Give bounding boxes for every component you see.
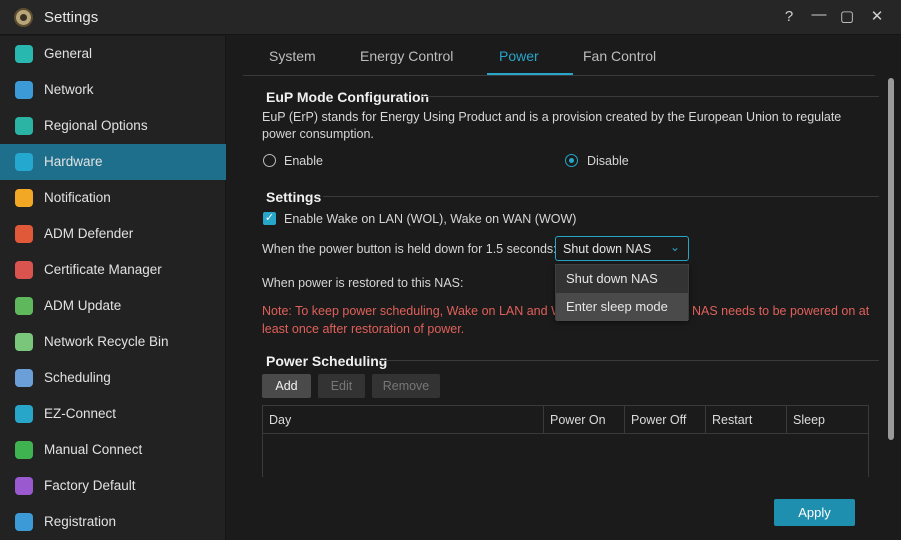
wol-checkbox[interactable]: ✓ <box>263 212 276 225</box>
power-note-line1: Note: To keep power scheduling, Wake on … <box>262 304 583 318</box>
sidebar-item-label: Certificate Manager <box>44 262 162 277</box>
general-icon <box>15 45 33 63</box>
eup-enable-label[interactable]: Enable <box>284 154 323 168</box>
sidebar-item-scheduling[interactable]: Scheduling <box>0 360 226 396</box>
power-note-line1-right: NAS needs to be powered on at <box>692 304 870 318</box>
location-icon <box>15 117 33 135</box>
chevron-down-icon: ⌄ <box>669 240 680 254</box>
sidebar-item-network[interactable]: Network <box>0 72 226 108</box>
schedule-table: Day Power On Power Off Restart Sleep <box>262 405 869 477</box>
close-icon[interactable]: ✕ <box>868 8 886 26</box>
tab-bar: System Energy Control Power Fan Control <box>243 36 875 76</box>
power-button-select[interactable]: Shut down NAS ⌄ <box>555 236 689 261</box>
sidebar-item-label: Scheduling <box>44 370 111 385</box>
dropdown-option-shut-down[interactable]: Shut down NAS <box>556 265 688 293</box>
sidebar-item-regional-options[interactable]: Regional Options <box>0 108 226 144</box>
remove-button[interactable]: Remove <box>372 374 440 398</box>
settings-app-icon <box>14 8 33 27</box>
recycle-bin-icon <box>15 333 33 351</box>
sidebar-item-factory-default[interactable]: Factory Default <box>0 468 226 504</box>
power-restore-label: When power is restored to this NAS: <box>262 276 464 290</box>
column-sleep[interactable]: Sleep <box>787 406 868 434</box>
eup-section-title: EuP Mode Configuration <box>266 89 430 105</box>
calendar-icon <box>15 369 33 387</box>
sidebar-item-notification[interactable]: Notification <box>0 180 226 216</box>
help-icon[interactable]: ? <box>780 8 798 26</box>
sidebar-item-label: Network Recycle Bin <box>44 334 169 349</box>
globe-icon <box>15 81 33 99</box>
column-restart[interactable]: Restart <box>706 406 787 434</box>
sidebar-item-adm-update[interactable]: ADM Update <box>0 288 226 324</box>
sidebar-item-label: ADM Defender <box>44 226 134 241</box>
section-divider <box>323 196 879 197</box>
eup-description: EuP (ErP) stands for Energy Using Produc… <box>262 110 842 141</box>
active-tab-indicator <box>487 73 573 75</box>
tab-power[interactable]: Power <box>499 48 539 64</box>
sidebar-item-label: ADM Update <box>44 298 122 313</box>
window-title: Settings <box>44 9 99 26</box>
apply-button[interactable]: Apply <box>774 499 855 526</box>
sidebar-item-label: Hardware <box>44 154 103 169</box>
section-divider <box>422 96 879 97</box>
scheduling-section-title: Power Scheduling <box>266 353 388 369</box>
sidebar-item-label: EZ-Connect <box>44 406 117 421</box>
sidebar-item-certificate-manager[interactable]: Certificate Manager <box>0 252 226 288</box>
add-button[interactable]: Add <box>262 374 311 398</box>
sidebar: General Network Regional Options Hardware No… <box>0 36 226 540</box>
registration-icon <box>15 513 33 531</box>
schedule-table-header: Day Power On Power Off Restart Sleep <box>263 406 868 434</box>
maximize-icon[interactable]: ▢ <box>838 8 856 26</box>
settings-section-title: Settings <box>266 189 322 205</box>
tab-system[interactable]: System <box>269 48 316 64</box>
manual-connect-icon <box>15 441 33 459</box>
cloud-icon <box>15 405 33 423</box>
tab-energy-control[interactable]: Energy Control <box>360 48 453 64</box>
sidebar-item-label: General <box>44 46 93 61</box>
sidebar-item-label: Network <box>44 82 94 97</box>
minimize-icon[interactable]: — <box>810 6 828 24</box>
column-power-off[interactable]: Power Off <box>625 406 706 434</box>
eup-enable-radio[interactable] <box>263 154 276 167</box>
dropdown-option-sleep[interactable]: Enter sleep mode <box>556 293 688 321</box>
wol-label[interactable]: Enable Wake on LAN (WOL), Wake on WAN (W… <box>284 212 576 226</box>
sidebar-item-label: Registration <box>44 514 117 529</box>
notification-icon <box>15 189 33 207</box>
firewall-icon <box>15 225 33 243</box>
sidebar-item-registration[interactable]: Registration <box>0 504 226 540</box>
power-note-line2: least once after restoration of power. <box>262 322 465 336</box>
sidebar-item-ez-connect[interactable]: EZ-Connect <box>0 396 226 432</box>
update-icon <box>15 297 33 315</box>
tab-fan-control[interactable]: Fan Control <box>583 48 656 64</box>
power-button-select-value: Shut down NAS <box>563 242 652 256</box>
sidebar-item-general[interactable]: General <box>0 36 226 72</box>
eup-disable-label[interactable]: Disable <box>587 154 629 168</box>
sidebar-item-adm-defender[interactable]: ADM Defender <box>0 216 226 252</box>
main-panel: System Energy Control Power Fan Control … <box>227 36 901 540</box>
sidebar-item-label: Factory Default <box>44 478 136 493</box>
sidebar-item-label: Manual Connect <box>44 442 143 457</box>
section-divider <box>379 360 879 361</box>
sidebar-item-network-recycle-bin[interactable]: Network Recycle Bin <box>0 324 226 360</box>
title-bar: Settings ? — ▢ ✕ <box>0 0 901 35</box>
sidebar-item-label: Notification <box>44 190 111 205</box>
hardware-icon <box>15 153 33 171</box>
column-day[interactable]: Day <box>263 406 544 434</box>
edit-button[interactable]: Edit <box>318 374 365 398</box>
scrollbar-thumb[interactable] <box>888 78 894 440</box>
sidebar-item-manual-connect[interactable]: Manual Connect <box>0 432 226 468</box>
certificate-icon <box>15 261 33 279</box>
power-button-dropdown: Shut down NAS Enter sleep mode <box>555 264 689 321</box>
undo-icon <box>15 477 33 495</box>
eup-disable-radio[interactable] <box>565 154 578 167</box>
column-power-on[interactable]: Power On <box>544 406 625 434</box>
sidebar-item-label: Regional Options <box>44 118 148 133</box>
sidebar-item-hardware[interactable]: Hardware <box>0 144 226 180</box>
power-button-label: When the power button is held down for 1… <box>262 242 557 256</box>
